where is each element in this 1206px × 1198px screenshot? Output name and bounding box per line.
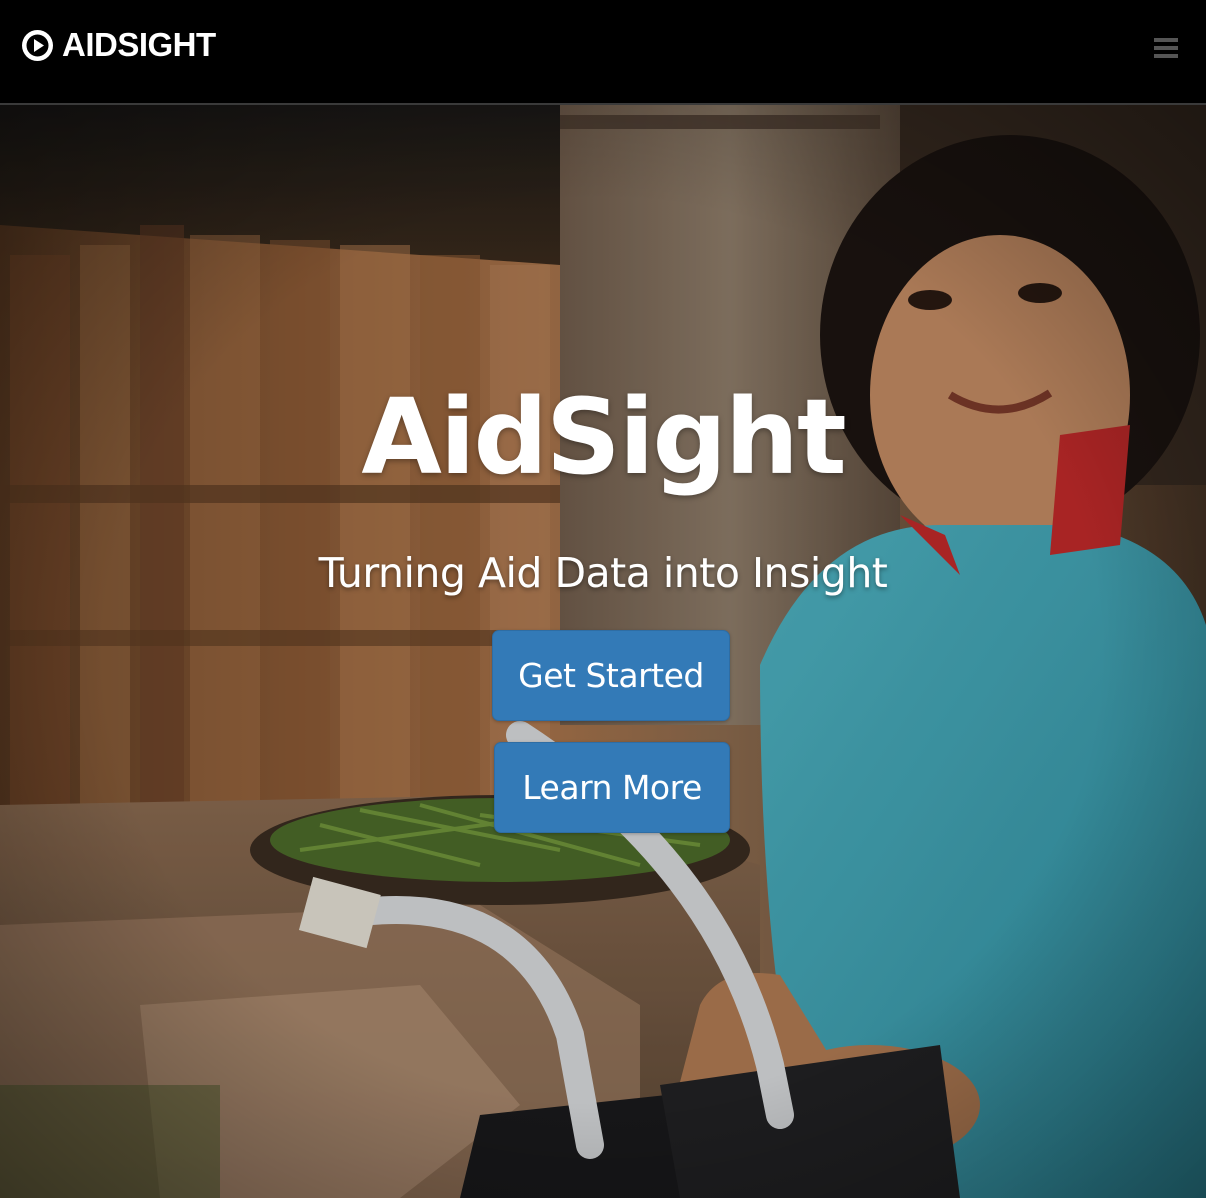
hamburger-menu-icon[interactable] (1154, 38, 1178, 60)
hero-title: AidSight (361, 376, 846, 498)
brand-logo-link[interactable]: AIDSIGHT (22, 26, 216, 63)
menu-bar (1154, 54, 1178, 58)
menu-bar (1154, 38, 1178, 42)
navbar: AIDSIGHT (0, 0, 1206, 105)
hero-section: AidSight Turning Aid Data into Insight G… (0, 105, 1206, 1198)
hero-content: AidSight Turning Aid Data into Insight G… (0, 105, 1206, 1198)
play-circle-icon (22, 29, 53, 61)
get-started-button[interactable]: Get Started (492, 630, 730, 721)
hero-subtitle: Turning Aid Data into Insight (318, 549, 888, 597)
learn-more-button[interactable]: Learn More (494, 742, 730, 833)
brand-name: AIDSIGHT (62, 26, 216, 63)
menu-bar (1154, 46, 1178, 50)
